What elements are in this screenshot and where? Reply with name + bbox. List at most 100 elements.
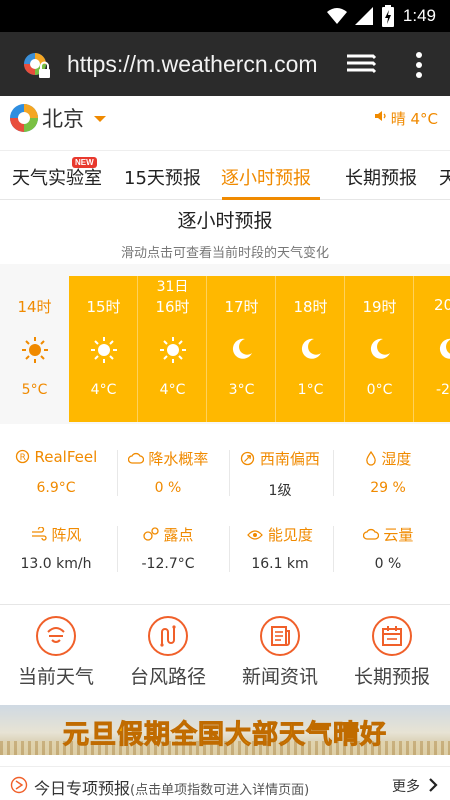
detail-realfeel: R RealFeel 6.9°C [0,438,112,498]
wifi-icon [327,8,347,24]
detail-value: 6.9°C [36,480,76,496]
hour-temp: 4°C [159,382,186,398]
detail-label: RealFeel [34,448,98,466]
svg-text:R: R [19,453,25,463]
sun-icon [21,337,48,363]
detail-value: 13.0 km/h [20,556,92,572]
detail-value: -12.7°C [141,556,195,572]
hour-column[interactable]: 17时 3°C [207,276,276,422]
moon-icon [370,338,390,359]
quick-link-label: 台风路径 [129,666,206,688]
city-name[interactable]: 北京 [42,103,84,133]
hour-details-grid: R RealFeel 6.9°C 降水概率 0 % 西南偏西 1级 湿度 29 … [0,438,450,598]
quick-link-news[interactable]: 新闻资讯 [224,614,336,694]
hour-column[interactable]: 15时 4°C [69,276,138,422]
quick-link-label: 新闻资讯 [241,666,318,688]
speaker-icon[interactable] [375,110,387,122]
banner-text: 元旦假期全国大部天气晴好 [62,720,387,751]
quick-link-current-weather[interactable]: 当前天气 [0,614,112,694]
detail-value: 1级 [268,483,292,499]
detail-visibility: 能见度 16.1 km [224,514,336,574]
detail-label: 湿度 [381,450,412,468]
wind-direction-icon [240,451,255,466]
section-divider [0,604,450,605]
tab-more[interactable]: 天 [439,164,450,190]
dewpoint-icon [142,527,159,541]
news-icon [271,626,290,646]
sun-icon [159,337,186,363]
detail-dewpoint: 露点 -12.7°C [112,514,224,574]
special-forecast-title: 今日专项预报 [34,779,131,798]
url-text[interactable]: https://m.weathercn.com [67,51,318,78]
moon-icon [439,338,450,359]
hour-column[interactable]: 31日 16时 4°C [138,276,207,422]
detail-wind: 西南偏西 1级 [224,438,336,499]
new-badge: NEW [72,157,97,168]
status-time: 1:49 [402,6,436,25]
nav-tabs: 天气实验室 NEW 15天预报 逐小时预报 长期预报 天 [0,150,450,200]
more-link[interactable]: 更多 [392,776,420,796]
section-subtitle: 滑动点击可查看当前时段的天气变化 [120,246,329,261]
hour-label: 20 [434,296,450,314]
tab-15-day[interactable]: 15天预报 [124,164,201,190]
realfeel-icon: R [15,449,29,464]
hour-label: 15时 [86,298,121,316]
battery-icon [382,5,394,27]
hour-temp: 4°C [90,382,117,398]
hour-label: 16时 [155,298,190,316]
quick-link-long-term[interactable]: 长期预报 [336,614,448,694]
signal-icon [355,7,373,25]
current-weather-icon [47,627,65,643]
detail-value: 29 % [370,480,406,496]
city-header: 北京 晴 4°C [0,96,450,142]
weathercn-logo [10,104,38,132]
detail-precip: 降水概率 0 % [112,438,224,498]
detail-label: 西南偏西 [259,450,320,468]
tabs-icon[interactable] [345,52,377,78]
overflow-menu-icon[interactable] [414,51,424,79]
hour-label: 14时 [17,298,52,316]
typhoon-path-icon [160,625,176,647]
detail-humidity: 湿度 29 % [332,438,444,498]
cloud-icon [362,528,379,540]
hour-column[interactable]: 19时 0°C [345,276,414,422]
detail-value: 16.1 km [251,556,309,572]
calendar-icon [382,626,402,646]
hour-label: 18时 [293,298,328,316]
detail-label: 能见度 [267,526,313,544]
gust-icon [31,526,47,541]
site-lock-icon [24,53,50,78]
tab-hourly[interactable]: 逐小时预报 [221,164,311,190]
hour-temp: 3°C [228,382,255,398]
detail-label: 露点 [163,526,194,544]
special-forecast-row[interactable]: 今日专项预报(点击单项指数可进入详情页面) 更多 [0,766,450,800]
hourly-forecast-strip[interactable]: 14时 5°C 15时 4°C 31日 16时 4°C 17时 3°C 18时 … [0,264,450,424]
hour-date: 31日 [156,279,189,295]
hour-temp: -2 [436,382,450,398]
hour-column[interactable]: 18时 1°C [276,276,345,422]
hour-label: 17时 [224,298,259,316]
holiday-banner[interactable]: 元旦假期全国大部天气晴好 [0,705,450,755]
detail-label: 云量 [383,526,414,544]
status-bar: 1:49 [0,0,450,32]
cloud-icon [127,452,144,464]
sun-icon [90,337,117,363]
tab-long-term[interactable]: 长期预报 [345,164,417,190]
quick-link-label: 当前天气 [17,666,94,688]
moon-icon [301,338,321,359]
quick-link-typhoon-path[interactable]: 台风路径 [112,614,224,694]
hour-column[interactable]: 20 -2 [414,276,450,422]
detail-value: 0 % [374,556,402,572]
hour-column[interactable]: 14时 5°C [0,276,69,422]
hour-temp: 5°C [21,382,48,398]
moon-icon [232,338,252,359]
quick-link-label: 长期预报 [353,666,430,688]
section-title: 逐小时预报 [177,210,273,232]
detail-gust: 阵风 13.0 km/h [0,514,112,574]
city-dropdown-icon[interactable] [94,116,106,122]
hour-temp: 0°C [366,382,393,398]
active-tab-indicator [222,197,320,200]
hour-temp: 1°C [297,382,324,398]
chevron-right-icon[interactable] [428,778,438,792]
current-weather[interactable]: 晴 4°C [391,108,438,129]
